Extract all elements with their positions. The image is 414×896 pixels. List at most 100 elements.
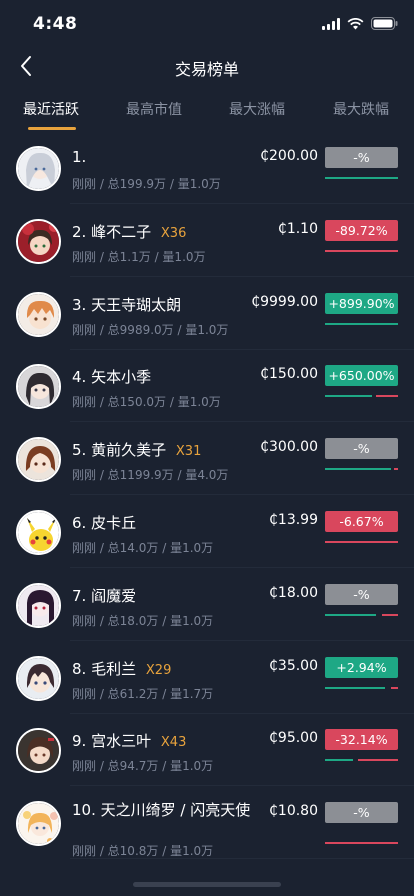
item-name: 2. 峰不二子 X36 [72,221,186,242]
tab-recent-active[interactable]: 最近活跃 [23,99,79,119]
sell-bar [381,613,398,616]
item-rank: 10. [72,801,96,820]
navigation-bar: 交易榜单 [0,46,414,90]
red-haired-girl-avatar-image [18,220,59,262]
item-name: 4. 矢本小季 [72,366,156,387]
signal-icon [322,15,340,34]
item-stats: 刚刚 / 总1.1万 / 量1.0万 [72,249,206,264]
orange-haired-boy-avatar-image [18,293,59,335]
buy-sell-bar [325,842,398,845]
tab-bar: 最近活跃 最高市值 最大涨幅 最大跌幅 [0,90,414,130]
item-price: ₵9999.00 [251,293,318,310]
buy-sell-bar [325,468,398,471]
ran-mouri-avatar-image [18,657,59,699]
list-item[interactable]: 6. 皮卡丘 刚刚 / 总14.0万 / 量1.0万 ₵13.99 -6.67% [0,496,414,568]
item-title: 天王寺瑚太朗 [91,295,182,314]
buy-bar [325,395,373,398]
change-badge[interactable]: +2.94% [325,656,398,678]
status-icons [322,15,398,34]
list-item[interactable]: 7. 阎魔爱 刚刚 / 总18.0万 / 量1.0万 ₵18.00 -% [0,569,414,641]
item-multiplier: X36 [160,225,187,241]
avatar [16,364,61,410]
change-badge[interactable]: +650.00% [325,365,398,387]
white-haired-girl-avatar-image [18,148,59,189]
list-item[interactable]: 4. 矢本小季 刚刚 / 总150.0万 / 量1.0万 ₵150.00 +65… [0,350,414,423]
item-rank: 9. [72,732,87,751]
list-item[interactable]: 5. 黄前久美子 X31 刚刚 / 总1199.9万 / 量4.0万 ₵300.… [0,423,414,496]
item-name: 7. 阎魔爱 [72,585,141,606]
change-badge[interactable]: -% [325,438,398,460]
item-multiplier: X31 [175,444,202,460]
avatar [16,146,61,191]
change-badge[interactable]: -% [325,147,398,168]
change-badge[interactable]: -% [325,583,398,605]
wifi-icon [347,15,364,34]
sell-bar [325,842,398,845]
item-stats: 刚刚 / 总9989.0万 / 量1.0万 [72,322,229,337]
sell-bar [325,541,398,543]
buy-bar [325,322,398,325]
item-rank: 8. [72,659,87,678]
item-price: ₵35.00 [269,657,318,674]
pikachu-avatar-image [18,512,59,553]
list-item[interactable]: 1. 刚刚 / 总199.9万 / 量1.0万 ₵200.00 -% [0,132,414,204]
sell-bar [357,759,398,762]
list-item[interactable]: 8. 毛利兰 X29 刚刚 / 总61.2万 / 量1.7万 ₵35.00 +2… [0,642,414,714]
home-indicator [133,882,281,887]
buy-sell-bar [325,395,398,398]
item-price: ₵1.10 [277,220,318,237]
change-badge[interactable]: -32.14% [325,729,398,751]
buy-bar [325,759,353,762]
item-stats: 刚刚 / 总18.0万 / 量1.0万 [72,613,214,628]
buy-bar [325,613,377,616]
item-name: 1. [72,148,91,166]
change-badge[interactable]: -89.72% [325,219,398,241]
angel-avatar-image [18,803,59,845]
list-item[interactable]: 9. 宫水三叶 X43 刚刚 / 总94.7万 / 量1.0万 ₵95.00 -… [0,714,414,787]
list-item[interactable]: 10. 天之川绮罗 / 闪亮天使 刚刚 / 总10.8万 / 量1.0万 ₵10… [0,787,414,860]
status-bar: 4:48 [0,0,414,46]
change-badge[interactable]: +899.90% [325,292,398,314]
item-name: 9. 宫水三叶 X43 [72,730,186,751]
buy-sell-bar [325,613,398,616]
tab-biggest-drop[interactable]: 最大跌幅 [333,99,389,119]
sell-bar [394,468,398,471]
item-title: 阎魔爱 [91,586,137,605]
buy-bar [325,468,391,471]
item-rank: 5. [72,441,87,460]
list-item[interactable]: 3. 天王寺瑚太朗 刚刚 / 总9989.0万 / 量1.0万 ₵9999.00… [0,278,414,350]
buy-sell-bar [325,249,398,252]
avatar [16,291,61,337]
mitsuha-avatar-image [18,730,59,772]
change-badge[interactable]: -% [325,802,398,824]
item-stats: 刚刚 / 总61.2万 / 量1.7万 [72,686,214,701]
sell-bar [390,686,398,689]
item-price: ₵300.00 [260,439,318,456]
item-stats: 刚刚 / 总1199.9万 / 量4.0万 [72,468,229,483]
item-name: 5. 黄前久美子 X31 [72,439,201,460]
item-rank: 2. [72,222,87,241]
item-stats: 刚刚 / 总10.8万 / 量1.0万 [72,844,214,859]
item-price: ₵150.00 [260,366,318,383]
avatar [16,801,61,847]
tab-highest-market-cap[interactable]: 最高市值 [126,99,182,119]
item-title: 毛利兰 [91,659,137,678]
buy-sell-bar [325,759,398,762]
brown-haired-girl-avatar-image [18,439,59,481]
item-price: ₵200.00 [260,148,318,164]
status-time: 4:48 [33,14,78,34]
item-rank: 4. [72,368,87,387]
avatar [16,582,61,628]
active-tab-indicator [28,127,76,130]
item-title: 矢本小季 [91,368,152,387]
list-item[interactable]: 2. 峰不二子 X36 刚刚 / 总1.1万 / 量1.0万 ₵1.10 -89… [0,205,414,277]
item-price: ₵10.80 [269,803,318,820]
avatar [16,728,61,774]
avatar [16,510,61,555]
tab-biggest-gain[interactable]: 最大涨幅 [229,99,285,119]
item-rank: 3. [72,295,87,314]
dark-haired-girl-avatar-image [18,366,59,408]
item-rank: 7. [72,586,87,605]
item-stats: 刚刚 / 总199.9万 / 量1.0万 [72,177,221,191]
change-badge[interactable]: -6.67% [325,511,398,532]
